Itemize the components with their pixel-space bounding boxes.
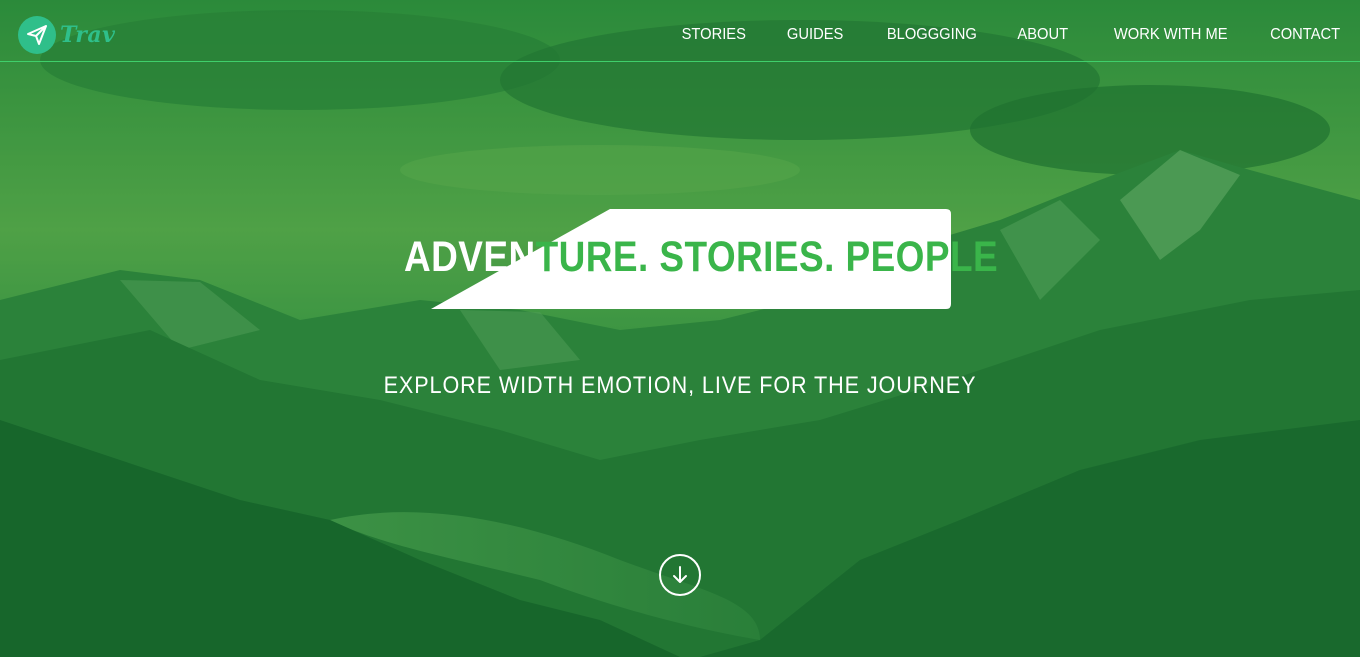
headline-part-1: ADVEN (404, 233, 536, 281)
top-navbar: Trav STORIES GUIDES BLOGGGING ABOUT WORK… (0, 0, 1360, 62)
hero-subtitle: EXPLORE WIDTH EMOTION, LIVE FOR THE JOUR… (383, 372, 977, 399)
brand-logo[interactable]: Trav (18, 15, 115, 55)
headline-part-2: TURE. STORIES. PEOPLE (535, 233, 999, 281)
nav-item-contact[interactable]: CONTACT (1270, 26, 1340, 44)
hero-headline: ADVENTURE. STORIES. PEOPLE (400, 209, 998, 309)
nav-item-blogging[interactable]: BLOGGGING (887, 26, 977, 44)
nav-item-guides[interactable]: GUIDES (787, 26, 843, 44)
scroll-down-button[interactable] (659, 554, 701, 596)
headline-text: ADVENTURE. STORIES. PEOPLE (404, 236, 998, 279)
nav-item-work-with-me[interactable]: WORK WITH ME (1114, 26, 1228, 44)
hero-section: Trav STORIES GUIDES BLOGGGING ABOUT WORK… (0, 0, 1360, 657)
paper-plane-icon (18, 16, 56, 54)
nav-item-about[interactable]: ABOUT (1018, 26, 1069, 44)
brand-name: Trav (60, 22, 116, 48)
nav-item-stories[interactable]: STORIES (682, 26, 746, 44)
nav-menu: STORIES GUIDES BLOGGGING ABOUT WORK WITH… (640, 26, 1340, 44)
arrow-down-icon (673, 566, 687, 583)
